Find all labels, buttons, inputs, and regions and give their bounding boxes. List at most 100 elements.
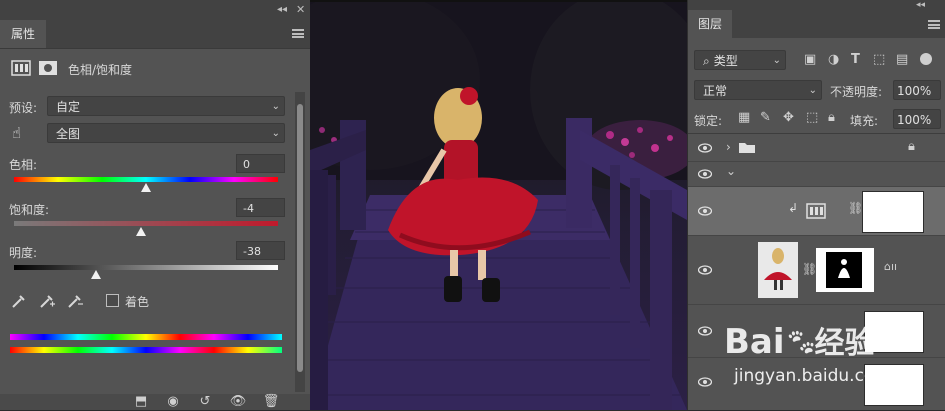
eyedropper-plus-icon[interactable] — [38, 292, 56, 310]
view-previous-icon[interactable]: ◉ — [162, 393, 184, 411]
input-color-bar — [10, 334, 282, 340]
filter-type-icon[interactable]: T — [851, 52, 860, 67]
layer-effects-icon[interactable]: ⌂ıı — [884, 260, 897, 273]
watermark-brand: Bai — [724, 322, 785, 362]
channel-value: 全图 — [56, 127, 81, 141]
canvas-image — [310, 0, 687, 410]
folder-icon — [739, 143, 755, 153]
channel-dropdown[interactable]: 全图 ⌄ — [47, 123, 285, 143]
lock-label: 锁定: — [694, 114, 723, 128]
hue-slider-thumb[interactable] — [141, 183, 151, 192]
watermark-logo: Bai🐾︎经验 — [724, 318, 924, 362]
chevron-down-icon: ⌄ — [271, 128, 280, 139]
chevron-down-icon: ⌄ — [271, 101, 280, 112]
eye-icon[interactable] — [698, 206, 712, 216]
visibility-icon[interactable]: 👁 — [227, 393, 249, 411]
eye-icon[interactable] — [698, 143, 712, 153]
preset-label: 预设: — [9, 101, 38, 115]
lock-position-icon[interactable]: ✥ — [783, 110, 794, 125]
layer-row-hue-saturation[interactable]: ↲ ⛓ — [688, 187, 945, 236]
layer-thumbnail — [758, 242, 798, 298]
layer-mask-thumbnail[interactable] — [862, 191, 924, 233]
opacity-value: 100% — [897, 84, 932, 98]
lightness-input[interactable]: -38 — [236, 241, 285, 260]
blend-mode-value: 正常 — [703, 84, 728, 98]
fill-value: 100% — [897, 113, 932, 127]
properties-scroll-thumb[interactable] — [297, 104, 303, 372]
collapse-arrow-icon[interactable]: ⌄ — [726, 164, 736, 178]
reset-icon[interactable]: ↺ — [194, 393, 216, 411]
layers-topbar — [688, 0, 945, 8]
eye-icon[interactable] — [698, 326, 712, 336]
panel-menu-icon[interactable] — [292, 29, 304, 38]
hand-target-icon[interactable]: ☝ — [12, 124, 32, 144]
lock-transparent-icon[interactable]: ▦ — [738, 110, 750, 125]
panel-topbar — [0, 0, 310, 20]
properties-tabrow — [0, 20, 310, 49]
tab-properties[interactable]: 属性 — [0, 20, 46, 48]
properties-panel: ◂◂ ✕ 属性 色相/饱和度 预设: 自定 ⌄ ☝ 全图 ⌄ 色相: 0 饱和度… — [0, 0, 310, 410]
fill-field[interactable]: 100% — [893, 109, 941, 129]
eye-icon[interactable] — [698, 169, 712, 179]
watermark-suffix: 经验 — [814, 326, 875, 361]
opacity-label: 不透明度: — [830, 85, 883, 99]
watermark-url: jingyan.baidu.com — [734, 366, 891, 386]
chevron-down-icon: ⌄ — [808, 85, 817, 96]
saturation-label: 饱和度: — [9, 203, 50, 217]
filter-toggle-icon[interactable] — [920, 53, 932, 65]
tab-layers[interactable]: 图层 — [688, 10, 732, 38]
lock-artboard-icon[interactable]: ⬚ — [806, 110, 818, 125]
grid-adjust-icon[interactable] — [11, 60, 31, 76]
close-icon[interactable]: ✕ — [296, 3, 305, 16]
layer-row-girl[interactable]: ⛓ ⌂ıı — [688, 236, 945, 305]
layer-filter-value: 类型 — [713, 54, 738, 68]
lock-all-icon[interactable]: 🔒︎ — [828, 110, 835, 125]
lightness-slider-track[interactable] — [14, 265, 278, 270]
colorize-checkbox[interactable] — [106, 294, 119, 307]
eye-icon[interactable] — [698, 265, 712, 275]
document-canvas[interactable] — [310, 0, 687, 410]
filter-shape-icon[interactable]: ⬚ — [873, 52, 885, 67]
filter-adjustment-icon[interactable]: ◑ — [828, 52, 839, 67]
filter-smart-object-icon[interactable]: ▤ — [896, 52, 908, 67]
opacity-field[interactable]: 100% — [893, 80, 941, 100]
chain-link-icon[interactable]: ⛓ — [848, 201, 863, 215]
clip-to-layer-icon[interactable]: ⬒ — [130, 393, 152, 411]
saturation-slider-thumb[interactable] — [135, 227, 146, 236]
eyedropper-icon[interactable] — [10, 292, 28, 310]
layer-row-group[interactable]: › 🔒︎ — [688, 134, 945, 162]
expand-arrow-icon[interactable]: › — [726, 140, 731, 154]
eyedropper-minus-icon[interactable] — [66, 292, 84, 310]
paw-icon: 🐾︎ — [784, 328, 818, 358]
fill-label: 填充: — [850, 114, 879, 128]
hue-input[interactable]: 0 — [236, 154, 285, 173]
hue-saturation-layer-icon — [806, 203, 826, 219]
colorize-label: 着色 — [125, 295, 150, 309]
mask-icon[interactable] — [38, 60, 58, 76]
filter-pixel-icon[interactable]: ▣ — [804, 52, 816, 67]
hue-label: 色相: — [9, 158, 38, 172]
lock-icon: 🔒︎ — [908, 139, 915, 154]
blend-mode-dropdown[interactable]: 正常 ⌄ — [694, 80, 822, 100]
adjustment-title: 色相/饱和度 — [68, 63, 133, 77]
layer-filter-dropdown[interactable]: ⌕ 类型 ⌄ — [694, 50, 786, 70]
saturation-input[interactable]: -4 — [236, 198, 285, 217]
output-color-bar — [10, 347, 282, 353]
canvas-top-border — [310, 0, 687, 2]
layer-row-group-expanded[interactable]: ⌄ — [688, 162, 945, 187]
saturation-slider-track[interactable] — [14, 221, 278, 226]
eye-icon[interactable] — [698, 377, 712, 387]
trash-icon[interactable]: 🗑 — [260, 393, 282, 411]
panel-menu-icon[interactable] — [928, 20, 940, 29]
chevron-down-icon: ⌄ — [772, 55, 781, 66]
lightness-slider-thumb[interactable] — [90, 270, 101, 279]
clipping-arrow-icon: ↲ — [788, 201, 799, 215]
layer-mask-thumbnail[interactable] — [816, 248, 874, 292]
collapse-icon[interactable]: ◂◂ — [277, 4, 287, 15]
chain-link-icon[interactable]: ⛓ — [802, 262, 817, 276]
search-icon: ⌕ — [703, 54, 710, 68]
preset-value: 自定 — [56, 100, 81, 114]
hue-slider-track[interactable] — [14, 177, 278, 182]
lock-pixels-icon[interactable]: ✎ — [760, 110, 771, 125]
preset-dropdown[interactable]: 自定 ⌄ — [47, 96, 285, 116]
